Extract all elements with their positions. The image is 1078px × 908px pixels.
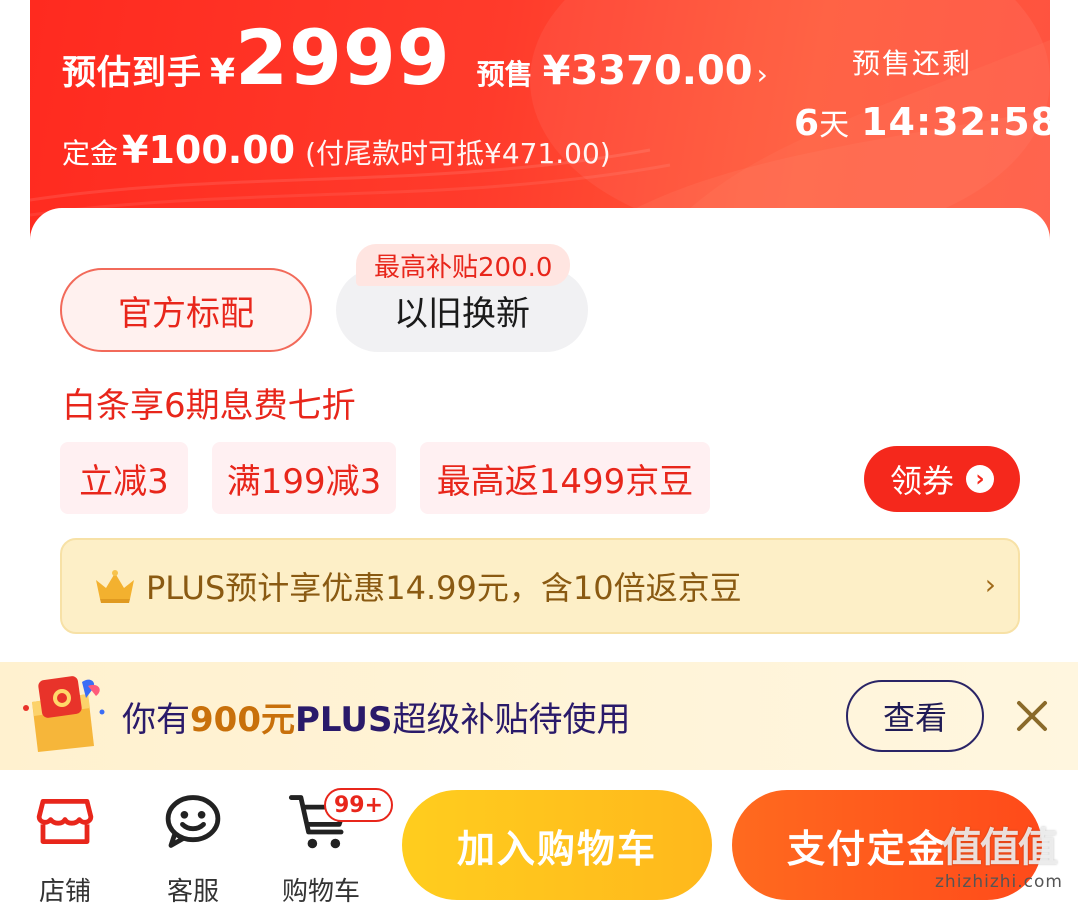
countdown-days: 6 [794, 103, 820, 144]
add-to-cart-button[interactable]: 加入购物车 [402, 790, 712, 900]
watermark-main: 值值值 [942, 825, 1058, 871]
nav-cart[interactable]: 99+ 购物车 [266, 788, 394, 908]
nav-customer-service[interactable]: 客服 [138, 788, 248, 908]
nav-shop-label: 店铺 [38, 877, 91, 907]
deposit-line: 定金 ¥100.00 (付尾款时可抵¥471.00) [62, 128, 611, 172]
plus-benefit-bar[interactable]: PLUS预计享优惠14.99元，含10倍返京豆 › [60, 538, 1020, 634]
notice-suffix: 超级补贴待使用 [392, 700, 631, 740]
bottom-action-bar: 店铺 客服 99+ 购物车 加入购物车 支付定金 值值值 zhizhizhi.c… [0, 770, 1078, 908]
nav-service-label: 客服 [166, 877, 219, 907]
subsidy-tag: 最高补贴200.0 [356, 244, 571, 286]
notice-amount: 900元 [190, 700, 295, 740]
presale-countdown: 6 天 14:32:58 [794, 100, 1050, 144]
watermark-sub: zhizhizhi.com [935, 872, 1063, 892]
cart-count-badge: 99+ [324, 788, 394, 822]
deposit-price: ¥100.00 [122, 128, 296, 172]
plus-benefit-text: PLUS预计享优惠14.99元，含10倍返京豆 [146, 569, 742, 607]
notice-prefix: 你有 [122, 700, 190, 740]
yen-symbol: ¥ [210, 52, 236, 93]
get-coupon-button[interactable]: 领券 › [864, 446, 1020, 512]
countdown-label: 预售还剩 [852, 47, 973, 80]
estimated-price: 2999 [235, 13, 451, 102]
promo-tag-jingdou-rebate: 最高返1499京豆 [420, 442, 710, 514]
plus-subsidy-notice: 你有900元PLUS超级补贴待使用 查看 [0, 662, 1078, 770]
deposit-note: (付尾款时可抵¥471.00) [305, 137, 611, 170]
chevron-right-icon: › [966, 465, 994, 493]
countdown-day-unit: 天 [819, 108, 850, 143]
service-icon [165, 795, 221, 848]
notice-text: 你有900元PLUS超级补贴待使用 [122, 692, 630, 741]
countdown-time: 14:32:58 [861, 100, 1050, 144]
promo-tag-threshold-discount: 满199减3 [212, 442, 396, 514]
gift-icon [23, 676, 105, 752]
product-option-card: 官方标配 以旧换新 最高补贴200.0 白条享6期息费七折 立减3 满199减3… [30, 208, 1050, 678]
nav-shop[interactable]: 店铺 [10, 788, 120, 908]
site-watermark: 值值值 zhizhizhi.com [926, 824, 1072, 904]
estimated-price-line: 预估到手 ¥ 2999 预售 ¥3370.00 › [62, 20, 768, 96]
close-icon[interactable] [1012, 696, 1052, 736]
estimated-label: 预估到手 [62, 53, 202, 93]
coupon-button-label: 领券 [889, 462, 954, 500]
chevron-right-icon[interactable]: › [757, 58, 768, 91]
spec-official-standard-chip[interactable]: 官方标配 [60, 268, 312, 352]
promo-tag-instant-discount: 立减3 [60, 442, 188, 514]
crown-icon [96, 570, 134, 603]
nav-cart-label: 购物车 [281, 877, 360, 907]
notice-plus: PLUS [294, 700, 393, 740]
shop-icon [36, 799, 94, 844]
chevron-right-icon: › [984, 568, 996, 601]
baitiao-promo[interactable]: 白条享6期息费七折 [62, 378, 356, 427]
presale-label: 预售 [476, 58, 533, 91]
presale-price-link[interactable]: ¥3370.00 [543, 48, 753, 94]
deposit-label: 定金 [62, 137, 119, 170]
view-subsidy-button[interactable]: 查看 [846, 680, 984, 752]
